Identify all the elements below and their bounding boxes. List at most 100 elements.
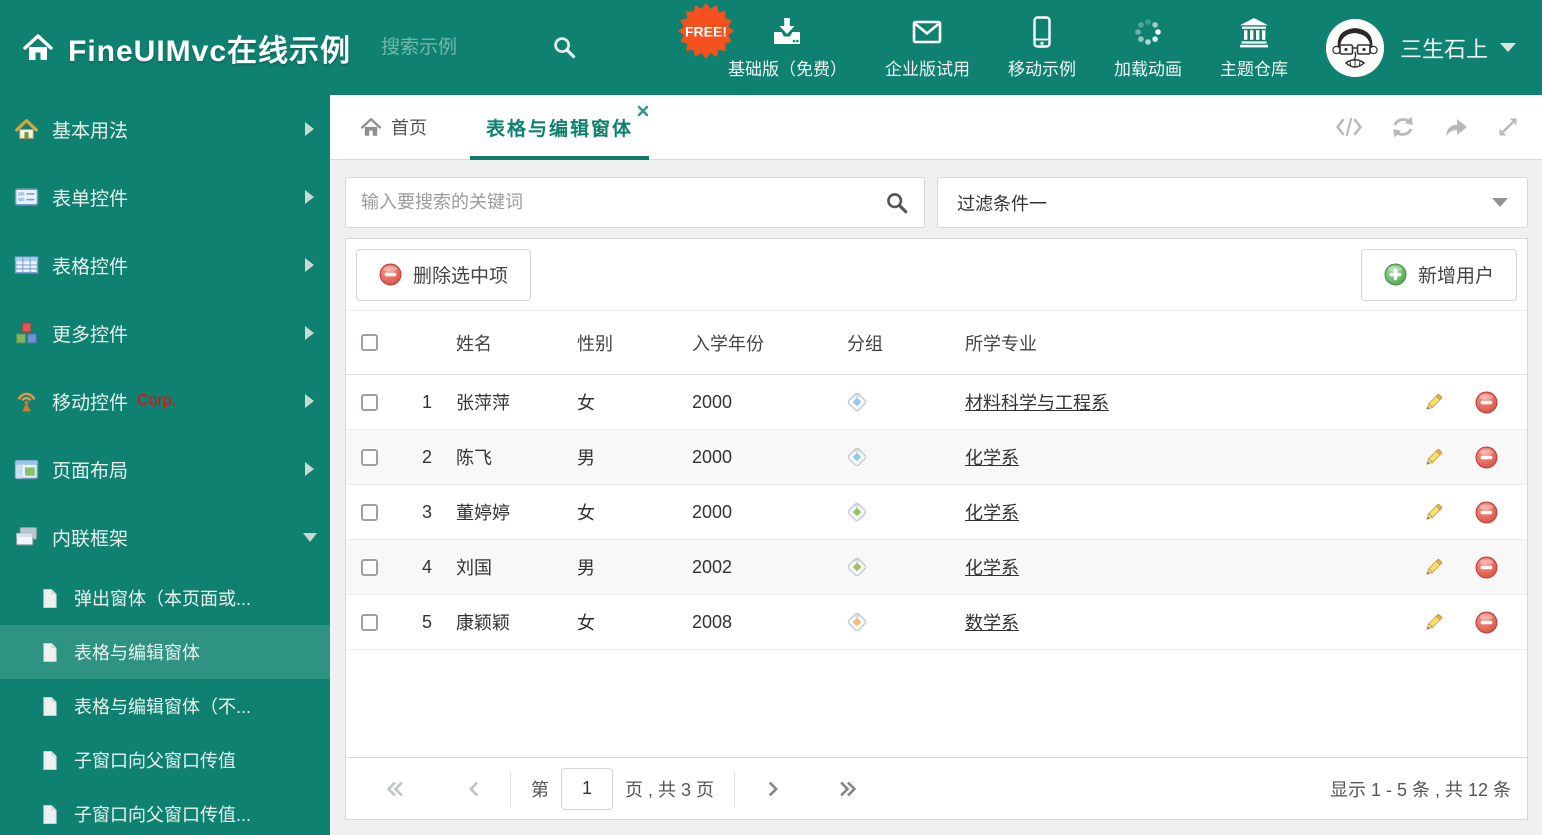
- code-icon[interactable]: [1335, 116, 1363, 138]
- row-checkbox[interactable]: [361, 503, 378, 521]
- tab-home[interactable]: 首页: [345, 95, 442, 159]
- column-header-gender[interactable]: 性别: [577, 330, 692, 356]
- add-user-button[interactable]: 新增用户: [1360, 248, 1517, 301]
- fullscreen-icon[interactable]: [1496, 115, 1520, 139]
- edit-icon[interactable]: [1423, 557, 1444, 578]
- major-link[interactable]: 材料科学与工程系: [965, 393, 1109, 413]
- row-index: 1: [421, 391, 432, 412]
- table-row[interactable]: 5 康颖颖 女 2008 数学系: [346, 595, 1527, 650]
- row-checkbox[interactable]: [361, 613, 378, 631]
- header-nav: FREE! 基础版（免费） 企业版试用 移动示例 加载动画 主题仓库: [677, 2, 1288, 80]
- filter-row: 过滤条件一: [345, 177, 1528, 228]
- header-search-input[interactable]: [381, 36, 547, 59]
- major-link[interactable]: 化学系: [965, 503, 1019, 523]
- delete-icon[interactable]: [1475, 501, 1498, 524]
- sidebar-item-form-controls[interactable]: 表单控件: [0, 163, 330, 231]
- tab-label: 表格与编辑窗体: [486, 118, 634, 140]
- search-icon[interactable]: [885, 191, 909, 215]
- pager-divider: [510, 770, 511, 807]
- edit-icon[interactable]: [1423, 612, 1444, 633]
- sidebar-subitem-grid-edit-window-2[interactable]: 表格与编辑窗体（不...: [0, 679, 330, 733]
- forward-icon[interactable]: [1443, 116, 1469, 138]
- sidebar-subitem-child-to-parent[interactable]: 子窗口向父窗口传值: [0, 733, 330, 787]
- sidebar-item-label: 页面布局: [52, 460, 129, 482]
- last-page-icon[interactable]: [837, 778, 859, 800]
- house-icon: [15, 118, 38, 139]
- cell-major: 化学系: [965, 554, 1409, 580]
- major-link[interactable]: 数学系: [965, 613, 1019, 633]
- sidebar-subitem-popup-window[interactable]: 弹出窗体（本页面或...: [0, 571, 330, 625]
- table-header-row: 姓名 性别 入学年份 分组 所学专业: [346, 311, 1527, 375]
- row-checkbox[interactable]: [361, 558, 378, 576]
- select-all-checkbox[interactable]: [361, 334, 378, 351]
- sidebar-item-more-controls[interactable]: 更多控件: [0, 299, 330, 367]
- close-tab-icon[interactable]: [637, 105, 649, 117]
- refresh-icon[interactable]: [1390, 115, 1416, 139]
- tab-grid-edit-window[interactable]: 表格与编辑窗体: [470, 95, 650, 160]
- sidebar-item-iframe[interactable]: 内联框架: [0, 503, 330, 571]
- cell-major: 数学系: [965, 609, 1409, 635]
- nav-loading-animation[interactable]: 加载动画: [1114, 16, 1182, 80]
- prev-page-icon[interactable]: [464, 778, 486, 800]
- tag-icon: [847, 447, 867, 467]
- chevron-down-icon: [303, 532, 317, 542]
- chevron-right-icon: [305, 258, 314, 272]
- home-icon[interactable]: [22, 33, 54, 63]
- minus-circle-icon: [379, 263, 402, 286]
- sidebar-item-label: 内联框架: [52, 528, 129, 550]
- sidebar-item-basic-usage[interactable]: 基本用法: [0, 95, 330, 163]
- table-row[interactable]: 1 张萍萍 女 2000 材料科学与工程系: [346, 375, 1527, 430]
- table-row[interactable]: 3 董婷婷 女 2000 化学系: [346, 485, 1527, 540]
- sidebar-item-label: 更多控件: [52, 324, 129, 346]
- keyword-search-input[interactable]: [361, 192, 885, 213]
- add-user-label: 新增用户: [1417, 266, 1494, 287]
- delete-icon[interactable]: [1475, 446, 1498, 469]
- user-menu[interactable]: 三生石上: [1325, 18, 1516, 77]
- major-link[interactable]: 化学系: [965, 558, 1019, 578]
- sidebar-item-mobile-controls[interactable]: 移动控件 Corp.: [0, 367, 330, 435]
- delete-icon[interactable]: [1475, 391, 1498, 414]
- nav-basic-free[interactable]: FREE! 基础版（免费）: [677, 2, 847, 80]
- major-link[interactable]: 化学系: [965, 448, 1019, 468]
- grid-toolbar: 删除选中项 新增用户: [346, 239, 1527, 311]
- nav-mobile-demo[interactable]: 移动示例: [1008, 15, 1076, 80]
- tag-icon: [847, 612, 867, 632]
- edit-icon[interactable]: [1423, 502, 1444, 523]
- row-checkbox[interactable]: [361, 448, 378, 466]
- delete-icon[interactable]: [1475, 556, 1498, 579]
- next-page-icon[interactable]: [761, 778, 783, 800]
- cell-major: 化学系: [965, 444, 1409, 470]
- cell-name: 董婷婷: [456, 503, 510, 523]
- delete-icon[interactable]: [1475, 611, 1498, 634]
- spinner-icon: [1135, 18, 1161, 45]
- avatar[interactable]: [1325, 18, 1384, 77]
- page-number-input[interactable]: [561, 767, 613, 810]
- delete-selected-button[interactable]: 删除选中项: [356, 248, 532, 301]
- filter-dropdown[interactable]: 过滤条件一: [937, 177, 1528, 228]
- first-page-icon[interactable]: [384, 778, 406, 800]
- cell-name: 陈飞: [456, 448, 492, 468]
- nav-theme-store[interactable]: 主题仓库: [1220, 16, 1288, 80]
- column-header-group[interactable]: 分组: [847, 330, 965, 356]
- free-badge-label: FREE!: [685, 23, 727, 39]
- table-row[interactable]: 2 陈飞 男 2000 化学系: [346, 430, 1527, 485]
- nav-enterprise-trial[interactable]: 企业版试用: [885, 16, 970, 80]
- column-header-name[interactable]: 姓名: [432, 330, 577, 356]
- table-row[interactable]: 4 刘国 男 2002 化学系: [346, 540, 1527, 595]
- search-icon[interactable]: [552, 35, 577, 60]
- nav-label: 企业版试用: [884, 59, 970, 79]
- sidebar-item-grid-controls[interactable]: 表格控件: [0, 231, 330, 299]
- column-header-major[interactable]: 所学专业: [965, 330, 1409, 356]
- page-prefix: 第: [531, 779, 549, 800]
- sidebar-subitem-grid-edit-window[interactable]: 表格与编辑窗体: [0, 625, 330, 679]
- edit-icon[interactable]: [1423, 392, 1444, 413]
- row-checkbox[interactable]: [361, 393, 378, 411]
- sidebar-subitem-label: 子窗口向父窗口传值...: [74, 805, 252, 825]
- sidebar-subitem-label: 表格与编辑窗体: [74, 643, 200, 663]
- sidebar-item-page-layout[interactable]: 页面布局: [0, 435, 330, 503]
- cell-year: 2000: [692, 501, 733, 522]
- edit-icon[interactable]: [1423, 447, 1444, 468]
- sidebar-subitem-child-to-parent-2[interactable]: 子窗口向父窗口传值...: [0, 787, 330, 835]
- sidebar-subitem-label: 弹出窗体（本页面或...: [74, 589, 252, 609]
- column-header-year[interactable]: 入学年份: [692, 330, 847, 356]
